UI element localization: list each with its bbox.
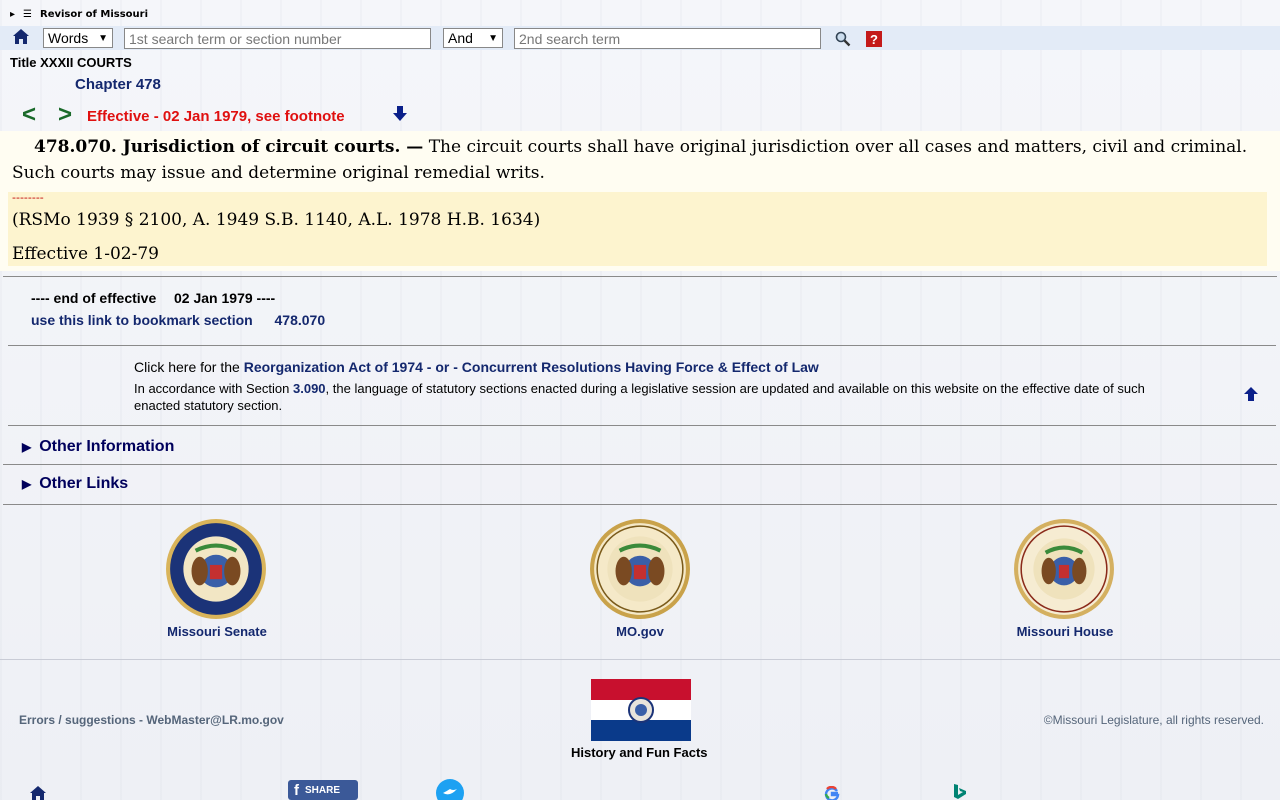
divider xyxy=(8,425,1276,426)
expand-triangle-icon[interactable]: ▸ xyxy=(10,9,15,20)
facebook-share-button[interactable]: f SHARE xyxy=(288,780,358,800)
end-of-effective: ---- end of effective 02 Jan 1979 ---- xyxy=(31,290,275,306)
search-term1-input[interactable]: 1st search term or section number xyxy=(124,28,431,49)
other-information-toggle[interactable]: ▶ Other Information xyxy=(22,438,174,456)
accordance-notice: In accordance with Section 3.090, the la… xyxy=(134,380,1164,414)
other-links-label: Other Links xyxy=(39,475,129,492)
other-information-label: Other Information xyxy=(39,438,175,455)
end-prefix: ---- end of effective xyxy=(31,290,157,306)
home-icon[interactable] xyxy=(12,28,30,45)
title-heading: Title XXXII COURTS xyxy=(10,55,132,70)
end-date: 02 Jan 1979 xyxy=(174,290,253,306)
top-menu: ▸ ☰ Revisor of Missouri xyxy=(10,9,148,20)
reorg-act-link[interactable]: Reorganization Act of 1974 - or - Concur… xyxy=(244,359,819,375)
divider xyxy=(3,464,1277,465)
missouri-flag-icon[interactable] xyxy=(591,679,691,741)
prev-section-button[interactable]: < xyxy=(22,101,36,129)
chapter-link[interactable]: Chapter 478 xyxy=(75,76,161,93)
effective-note: Effective 1-02-79 xyxy=(12,244,159,264)
senate-seal-icon[interactable] xyxy=(165,518,267,620)
section-history: (RSMo 1939 § 2100, A. 1949 S.B. 1140, A.… xyxy=(12,210,541,230)
chevron-down-icon: ▼ xyxy=(488,32,498,44)
footer-divider xyxy=(0,659,1280,660)
webmaster-link[interactable]: Errors / suggestions - WebMaster@LR.mo.g… xyxy=(19,713,284,727)
divider xyxy=(8,345,1276,346)
other-links-toggle[interactable]: ▶ Other Links xyxy=(22,475,128,493)
section-heading: 478.070. Jurisdiction of circuit courts.… xyxy=(34,137,424,157)
reorg-notice: Click here for the Reorganization Act of… xyxy=(134,359,819,375)
search-icon[interactable] xyxy=(835,31,851,47)
end-suffix: ---- xyxy=(256,290,276,306)
section-nav: < > xyxy=(22,101,72,129)
search-operator-select[interactable]: And ▼ xyxy=(443,28,503,48)
house-link[interactable]: Missouri House xyxy=(988,624,1142,639)
accord-prefix: In accordance with Section xyxy=(134,381,290,396)
arrow-up-icon[interactable] xyxy=(1243,386,1259,402)
house-seal-icon[interactable] xyxy=(1013,518,1115,620)
twitter-icon[interactable] xyxy=(436,779,464,800)
home-icon[interactable] xyxy=(29,785,47,800)
effective-date-label[interactable]: Effective - 02 Jan 1979, see footnote xyxy=(87,108,345,125)
section-text: 478.070. Jurisdiction of circuit courts.… xyxy=(12,134,1267,186)
arrow-down-icon[interactable] xyxy=(391,105,409,123)
search-term2-placeholder: 2nd search term xyxy=(519,30,621,47)
help-icon[interactable]: ? xyxy=(866,31,882,47)
chevron-down-icon: ▼ xyxy=(98,32,108,44)
divider xyxy=(3,504,1277,505)
bookmark-section-number: 478.070 xyxy=(274,312,326,328)
share-label: SHARE xyxy=(305,784,341,796)
svg-text:?: ? xyxy=(870,32,878,47)
search-mode-select[interactable]: Words ▼ xyxy=(43,28,113,48)
bookmark-label: use this link to bookmark section xyxy=(31,312,253,328)
section-3090-link[interactable]: 3.090 xyxy=(293,381,326,396)
bing-icon[interactable] xyxy=(953,783,967,800)
search-operator-value: And xyxy=(448,30,473,46)
hamburger-icon[interactable]: ☰ xyxy=(23,9,32,20)
reorg-prefix: Click here for the xyxy=(134,359,240,375)
disclosure-triangle-icon: ▶ xyxy=(22,440,32,454)
bookmark-link[interactable]: use this link to bookmark section 478.07… xyxy=(31,312,325,328)
copyright: ©Missouri Legislature, all rights reserv… xyxy=(1043,713,1264,727)
search-term2-input[interactable]: 2nd search term xyxy=(514,28,821,49)
footnote-dashes: -------- xyxy=(12,191,44,204)
history-fun-facts-link[interactable]: History and Fun Facts xyxy=(571,745,708,760)
divider xyxy=(3,276,1277,277)
google-icon[interactable] xyxy=(824,786,840,800)
search-mode-value: Words xyxy=(48,30,89,46)
search-term1-placeholder: 1st search term or section number xyxy=(129,30,342,47)
next-section-button[interactable]: > xyxy=(58,101,72,129)
disclosure-triangle-icon: ▶ xyxy=(22,477,32,491)
senate-link[interactable]: Missouri Senate xyxy=(140,624,294,639)
state-seal-icon[interactable] xyxy=(589,518,691,620)
mogov-link[interactable]: MO.gov xyxy=(565,624,715,639)
site-title: Revisor of Missouri xyxy=(40,9,148,20)
facebook-icon: f xyxy=(294,781,299,799)
